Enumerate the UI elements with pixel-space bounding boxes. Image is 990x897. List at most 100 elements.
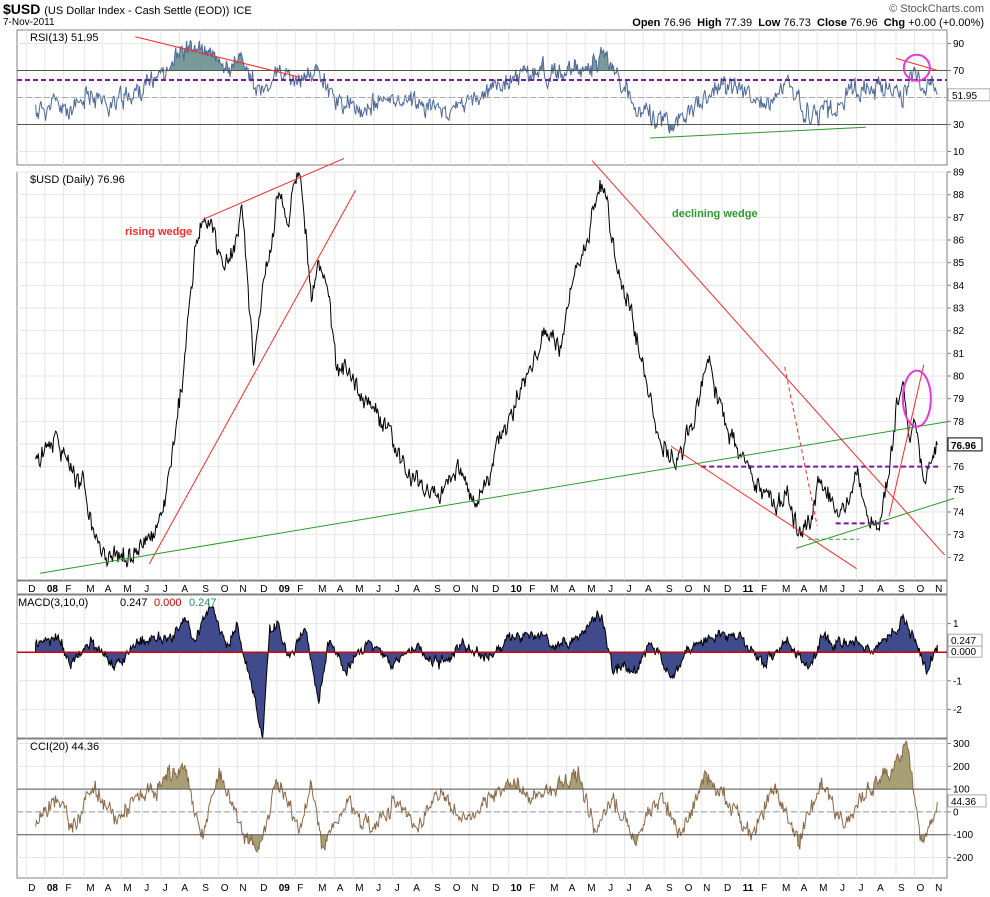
- price-xtick-label: D: [260, 584, 267, 595]
- price-xtick-label: A: [105, 584, 112, 595]
- bottom-xtick-label: S: [202, 883, 209, 894]
- price-xtick-label: F: [65, 584, 71, 595]
- price-xtick-label: M: [318, 584, 326, 595]
- bottom-xtick-label: D: [724, 883, 731, 894]
- macd-value-1: 0.247: [120, 597, 148, 609]
- macd-ytick-label: -1: [953, 676, 962, 687]
- bottom-xtick-label: M: [550, 883, 558, 894]
- price-xtick-label: A: [569, 584, 576, 595]
- rising-wedge-label: rising wedge: [125, 226, 192, 238]
- bottom-xtick-label: F: [297, 883, 303, 894]
- price-ytick-label: 86: [953, 236, 965, 247]
- cci-ytick-label: 100: [953, 785, 970, 796]
- price-xtick-label: O: [221, 584, 229, 595]
- bottom-xtick-label: 11: [743, 883, 754, 894]
- chart-canvas: 9070503010RSI(13) 51.9551.95727374757677…: [16, 29, 990, 894]
- bottom-xtick-label: M: [355, 883, 363, 894]
- price-ytick-label: 82: [953, 326, 965, 337]
- price-ytick-label: 75: [953, 485, 965, 496]
- price-xtick-label: 11: [743, 584, 754, 595]
- bottom-xtick-label: F: [761, 883, 767, 894]
- price-xtick-label: O: [685, 584, 693, 595]
- cci-ytick-label: 0: [953, 807, 959, 818]
- bottom-xtick-label: A: [181, 883, 188, 894]
- price-ytick-label: 73: [953, 530, 965, 541]
- macd-ytick-label: 1: [953, 619, 959, 630]
- price-xtick-label: N: [239, 584, 246, 595]
- price-ytick-label: 89: [953, 168, 965, 179]
- price-ytick-label: 84: [953, 281, 965, 292]
- price-xtick-label: A: [413, 584, 420, 595]
- bottom-xtick-label: F: [65, 883, 71, 894]
- bottom-xtick-label: A: [801, 883, 808, 894]
- price-ytick-label: 76: [953, 462, 965, 473]
- price-xtick-label: J: [376, 584, 381, 595]
- rsi-ytick-label: 90: [953, 39, 965, 50]
- price-xtick-label: O: [917, 584, 925, 595]
- bottom-xtick-label: J: [859, 883, 864, 894]
- price-xtick-label: J: [144, 584, 149, 595]
- rsi-last-value: 51.95: [952, 91, 977, 102]
- bottom-xtick-label: A: [413, 883, 420, 894]
- price-xtick-label: A: [877, 584, 884, 595]
- price-xtick-label: J: [840, 584, 845, 595]
- macd-ytick-label: -2: [953, 705, 962, 716]
- bottom-xtick-label: J: [376, 883, 381, 894]
- bottom-xtick-label: A: [105, 883, 112, 894]
- price-ytick-label: 81: [953, 349, 965, 360]
- price-xtick-label: S: [898, 584, 905, 595]
- price-ytick-label: 88: [953, 190, 965, 201]
- bottom-xtick-label: S: [898, 883, 905, 894]
- bottom-xtick-label: 10: [511, 883, 523, 894]
- price-last-value: 76.96: [951, 441, 976, 452]
- bottom-xtick-label: J: [163, 883, 168, 894]
- bottom-xtick-label: N: [471, 883, 478, 894]
- bottom-xtick-label: M: [318, 883, 326, 894]
- price-xtick-label: N: [935, 584, 942, 595]
- cci-last-value: 44.36: [951, 797, 976, 808]
- price-xtick-label: F: [761, 584, 767, 595]
- bottom-xtick-label: 09: [279, 883, 291, 894]
- bottom-xtick-label: J: [608, 883, 613, 894]
- price-xtick-label: S: [202, 584, 209, 595]
- price-xtick-label: J: [859, 584, 864, 595]
- price-xaxis-strip: [16, 580, 948, 595]
- bottom-xtick-label: J: [627, 883, 632, 894]
- price-xtick-label: N: [471, 584, 478, 595]
- bottom-xtick-label: S: [666, 883, 673, 894]
- cci-label: CCI(20) 44.36: [30, 741, 99, 753]
- price-xtick-label: 08: [47, 584, 59, 595]
- cci-ytick-label: 300: [953, 739, 970, 750]
- price-ytick-label: 78: [953, 417, 965, 428]
- price-xtick-label: D: [492, 584, 499, 595]
- bottom-xtick-label: D: [260, 883, 267, 894]
- macd-last-value: 0.247: [951, 636, 976, 647]
- price-xtick-label: S: [666, 584, 673, 595]
- rsi-ytick-label: 30: [953, 120, 965, 131]
- bottom-xtick-label: A: [877, 883, 884, 894]
- macd-value-2: 0.000: [154, 597, 182, 609]
- bottom-xtick-label: S: [434, 883, 441, 894]
- bottom-xtick-label: D: [492, 883, 499, 894]
- rsi-ytick-label: 10: [953, 147, 965, 158]
- bottom-xtick-label: 08: [47, 883, 59, 894]
- price-xtick-label: M: [550, 584, 558, 595]
- price-xtick-label: A: [181, 584, 188, 595]
- price-xtick-label: M: [123, 584, 131, 595]
- price-xtick-label: M: [782, 584, 790, 595]
- bottom-xtick-label: M: [587, 883, 595, 894]
- bottom-xtick-label: N: [935, 883, 942, 894]
- bottom-xtick-label: D: [28, 883, 35, 894]
- price-ytick-label: 85: [953, 258, 965, 269]
- bottom-xtick-label: A: [645, 883, 652, 894]
- price-ytick-label: 87: [953, 213, 965, 224]
- bottom-xtick-label: O: [453, 883, 461, 894]
- price-xtick-label: 09: [279, 584, 291, 595]
- price-xtick-label: J: [163, 584, 168, 595]
- price-ytick-label: 80: [953, 372, 965, 383]
- price-ytick-label: 83: [953, 304, 965, 315]
- macd-value-3: 0.247: [189, 597, 217, 609]
- bottom-xtick-label: J: [840, 883, 845, 894]
- price-xtick-label: S: [434, 584, 441, 595]
- bottom-xtick-label: A: [337, 883, 344, 894]
